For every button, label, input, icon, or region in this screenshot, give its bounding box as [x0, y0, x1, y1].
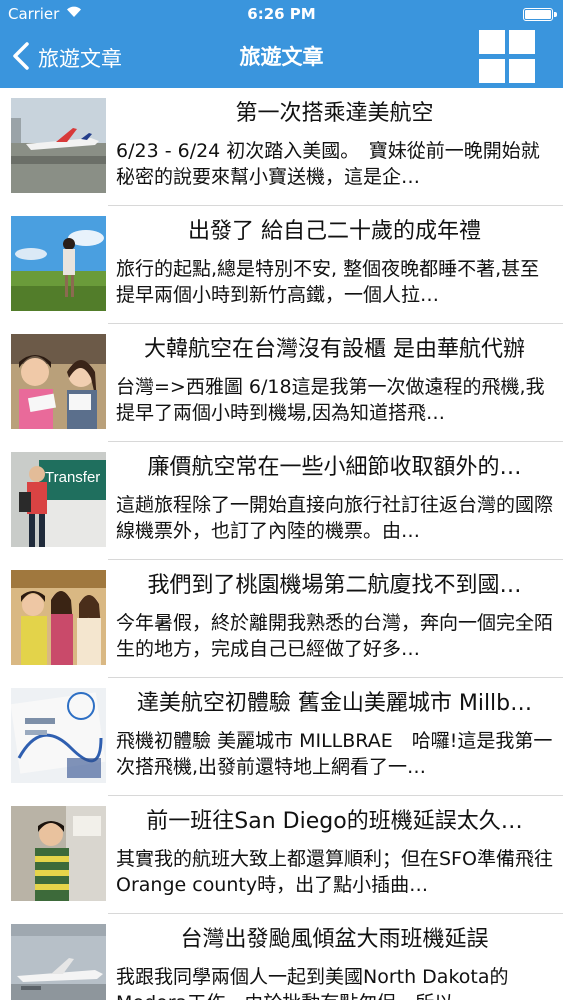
page-title: 旅遊文章 [239, 45, 324, 69]
top-bar: Carrier 6:26 PM 旅遊文章 旅遊文章 [0, 0, 563, 88]
grid-icon [479, 30, 505, 54]
article-title: 台灣出發颱風傾盆大雨班機延誤 [180, 927, 489, 952]
chevron-left-icon [12, 42, 30, 74]
grid-menu-button[interactable] [477, 30, 537, 88]
article-row[interactable]: 大韓航空在台灣沒有設櫃 是由華航代辦 台灣=>西雅圖 6/18這是我第一次做遠程… [0, 324, 563, 442]
back-label: 旅遊文章 [38, 47, 122, 71]
article-excerpt: 台灣=>西雅圖 6/18這是我第一次做遠程的飛機,我提早了兩個小時到機場,因為知… [116, 376, 545, 424]
article-row[interactable]: 第一次搭乘達美航空 6/23 - 6/24 初次踏入美國。 寶妹從前一晚開始就秘… [0, 88, 563, 206]
clock: 6:26 PM [247, 5, 316, 23]
article-thumbnail [11, 806, 106, 901]
article-title: 我們到了桃園機場第二航廈找不到國… [147, 573, 522, 598]
article-title: 達美航空初體驗 舊金山美麗城市 Millb… [136, 691, 533, 716]
svg-text:Transfer: Transfer [45, 469, 100, 486]
article-thumbnail [11, 570, 106, 665]
article-thumbnail [11, 924, 106, 1000]
article-row[interactable]: 前一班往San Diego的班機延誤太久… 其實我的航班大致上都還算順利；但在S… [0, 796, 563, 914]
article-thumbnail [11, 688, 106, 783]
article-row[interactable]: 達美航空初體驗 舊金山美麗城市 Millb… 飛機初體驗 美麗城市 MILLBR… [0, 678, 563, 796]
article-list[interactable]: 第一次搭乘達美航空 6/23 - 6/24 初次踏入美國。 寶妹從前一晚開始就秘… [0, 88, 563, 1000]
article-title: 第一次搭乘達美航空 [235, 101, 434, 126]
article-row[interactable]: 我們到了桃園機場第二航廈找不到國… 今年暑假，終於離開我熟悉的台灣，奔向一個完全… [0, 560, 563, 678]
article-row[interactable]: Transfer 廉價航空常在一些小細節收取額外的… 這趟旅程除了一開始直接向旅… [0, 442, 563, 560]
battery-icon [523, 8, 557, 21]
article-thumbnail: Transfer [11, 452, 106, 547]
article-title: 出發了 給自己二十歲的成年禮 [188, 219, 481, 244]
article-title: 前一班往San Diego的班機延誤太久… [146, 809, 523, 834]
article-excerpt: 旅行的起點,總是特別不安, 整個夜晚都睡不著,甚至提早兩個小時到新竹高鐵，一個人… [116, 258, 540, 306]
article-excerpt: 飛機初體驗 美麗城市 MILLBRAE 哈囉!這是我第一次搭飛機,出發前還特地上… [116, 730, 553, 778]
navigation-bar: 旅遊文章 旅遊文章 [0, 30, 563, 88]
article-row[interactable]: 出發了 給自己二十歲的成年禮 旅行的起點,總是特別不安, 整個夜晚都睡不著,甚至… [0, 206, 563, 324]
article-excerpt: 這趟旅程除了一開始直接向旅行社訂往返台灣的國際線機票外，也訂了內陸的機票。由… [116, 494, 553, 542]
article-excerpt: 今年暑假，終於離開我熟悉的台灣，奔向一個完全陌生的地方，完成自己已經做了好多… [116, 612, 553, 660]
article-excerpt: 6/23 - 6/24 初次踏入美國。 寶妹從前一晚開始就秘密的說要來幫小寶送機… [116, 140, 540, 188]
article-thumbnail [11, 98, 106, 193]
article-title: 大韓航空在台灣沒有設櫃 是由華航代辦 [144, 337, 525, 362]
article-excerpt: 其實我的航班大致上都還算順利；但在SFO準備飛往Orange county時，出… [116, 848, 553, 896]
article-title: 廉價航空常在一些小細節收取額外的… [147, 455, 522, 480]
article-thumbnail [11, 216, 106, 311]
article-excerpt: 我跟我同學兩個人一起到美國North Dakota的Medora工作，由於批動有… [116, 966, 509, 1000]
article-row[interactable]: 台灣出發颱風傾盆大雨班機延誤 我跟我同學兩個人一起到美國North Dakota… [0, 914, 563, 1000]
status-bar: Carrier 6:26 PM [0, 0, 563, 30]
back-button[interactable]: 旅遊文章 [12, 38, 122, 78]
article-thumbnail [11, 334, 106, 429]
